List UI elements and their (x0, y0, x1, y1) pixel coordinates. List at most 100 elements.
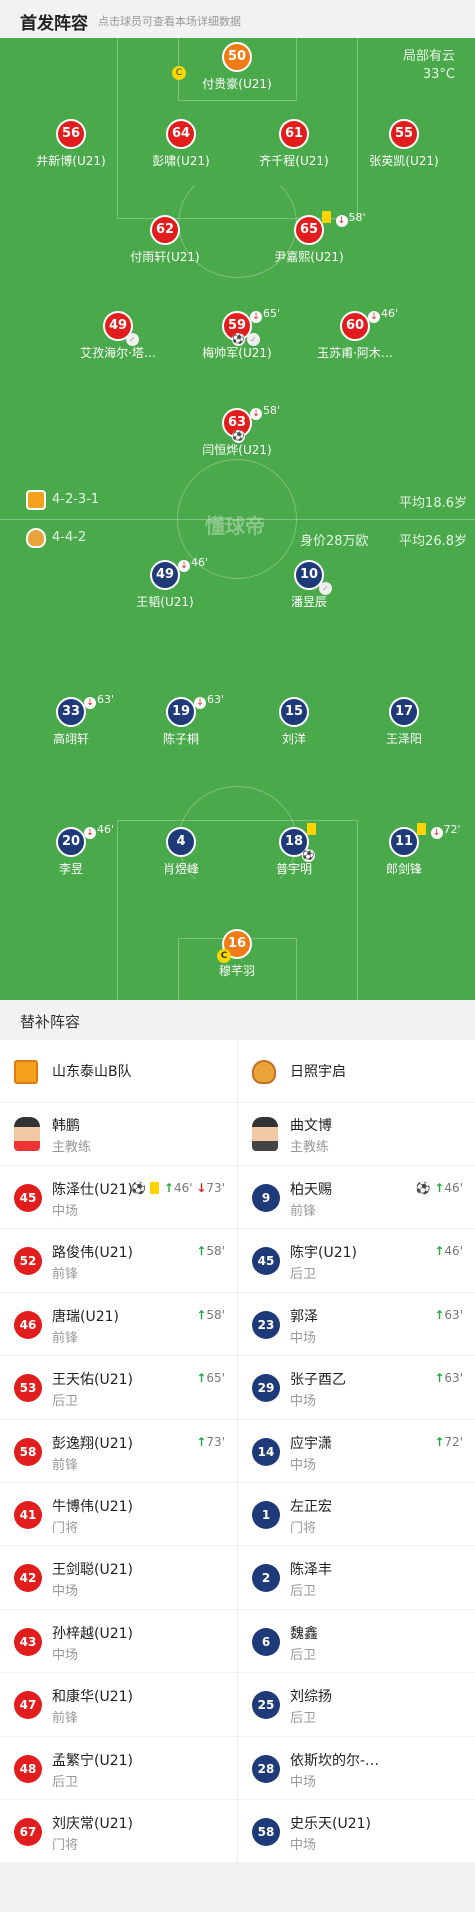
player-events: ↓ 46' (178, 556, 208, 572)
away-coach[interactable]: 曲文博 主教练 (238, 1103, 475, 1166)
weather-condition: 局部有云 (402, 49, 455, 64)
sub-player[interactable]: 52 路俊伟(U21) 前锋 ↑58' (0, 1229, 237, 1293)
player-name: 陈子桐 (162, 732, 199, 746)
sub-player[interactable]: 45 陈宇(U21) 后卫 ↑46' (238, 1229, 475, 1293)
away-team-header[interactable]: 日照宇启 (238, 1040, 475, 1103)
player-name: 彭啸(U21) (152, 154, 210, 168)
player-position: 中场 (290, 1330, 317, 1346)
away-player[interactable]: 4 肖煜峰 (116, 827, 246, 877)
player-name: 王剑聪(U21) (52, 1562, 133, 1579)
player-position: 前锋 (52, 1711, 79, 1727)
player-name: 陈泽丰 (290, 1562, 332, 1579)
away-player[interactable]: 10 ✓ 潘昱辰 (244, 560, 374, 610)
sub-player[interactable]: 58 彭逸翔(U21) 前锋 ↑73' (0, 1420, 237, 1483)
home-player[interactable]: 49 ✓ 艾孜海尔·塔… (53, 311, 183, 361)
home-player[interactable]: 50 C 付贵豪(U21) (172, 42, 302, 92)
away-avg-age: 平均26.8岁 (399, 534, 467, 549)
red-down-arrow-icon: ↓ (196, 1181, 207, 1195)
home-player[interactable]: 59 ↓ 65' ⚽ ✓ 梅帅军(U21) (172, 307, 302, 361)
home-player[interactable]: 65 ↓ 58' 尹嘉熙(U21) (244, 211, 374, 265)
red-down-arrow-icon: ↓ (250, 408, 262, 420)
sub-player[interactable]: 1 左正宏 门将 (238, 1483, 475, 1547)
shirt-number: 47 (14, 1691, 42, 1720)
coach-role: 主教练 (52, 1140, 92, 1155)
shoe-icon: ✓ (247, 333, 260, 346)
player-name: 牛博伟(U21) (52, 1498, 133, 1515)
lineup-title: 首发阵容 (20, 14, 88, 34)
player-name: 陈宇(U21) (290, 1245, 357, 1262)
sub-in-time: 58' (206, 1307, 225, 1322)
sub-player[interactable]: 46 唐瑞(U21) 前锋 ↑58' (0, 1293, 237, 1357)
sub-player[interactable]: 6 魏鑫 后卫 (238, 1610, 475, 1674)
sub-player[interactable]: 58 史乐天(U21) 中场 (238, 1800, 475, 1864)
shirt-number-text: 63 (227, 415, 247, 430)
home-player[interactable]: 62 付雨轩(U21) (100, 215, 230, 265)
green-up-arrow-icon: ↑ (434, 1244, 445, 1259)
sub-player[interactable]: 48 孟繁宁(U21) 后卫 (0, 1737, 237, 1800)
away-player[interactable]: 11 ↓ 72' 郎剑锋 (339, 823, 469, 877)
shirt-number: 43 (14, 1627, 42, 1656)
sub-out-time: 73' (206, 1181, 225, 1195)
red-down-arrow-icon: ↓ (84, 827, 96, 839)
avatar-icon (252, 1117, 278, 1151)
shirt-number: 28 (252, 1754, 280, 1783)
player-position: 中场 (52, 1647, 79, 1663)
away-player[interactable]: 19 ↓ 63' 陈子桐 (116, 693, 246, 747)
sub-player[interactable]: 67 刘庆常(U21) 门将 (0, 1800, 237, 1864)
sub-player[interactable]: 43 孙梓越(U21) 中场 (0, 1610, 237, 1674)
sub-player[interactable]: 14 应宇潇 中场 ↑72' (238, 1420, 475, 1483)
sub-in-time: 72' (444, 1434, 463, 1449)
away-player[interactable]: 17 王泽阳 (339, 697, 469, 747)
player-name: 史乐天(U21) (290, 1815, 371, 1832)
player-position: 中场 (52, 1204, 79, 1219)
sub-player[interactable]: 42 王剑聪(U21) 中场 (0, 1546, 237, 1610)
player-name: 应宇潇 (290, 1435, 332, 1452)
sub-in-time: 63' (444, 1307, 463, 1322)
player-position: 门将 (290, 1520, 317, 1536)
home-team-header[interactable]: 山东泰山B队 (0, 1040, 237, 1103)
sub-player[interactable]: 28 依斯坎的尔-… 中场 (238, 1737, 475, 1800)
sub-player[interactable]: 23 郭泽 中场 ↑63' (238, 1293, 475, 1357)
green-up-arrow-icon: ↑ (163, 1181, 174, 1195)
home-player[interactable]: 60 ↓ 46' 玉苏甫·阿木… (290, 307, 420, 361)
sub-events: ↑58' (196, 1308, 225, 1322)
player-name: 柏天赐 (290, 1182, 332, 1198)
sub-player[interactable]: 29 张子酉乙 中场 ↑63' (238, 1356, 475, 1420)
sub-player[interactable]: 47 和康华(U21) 前锋 (0, 1673, 237, 1737)
away-player[interactable]: 49 ↓ 46' 王韬(U21) (100, 556, 230, 610)
red-down-arrow-icon: ↓ (430, 827, 443, 839)
sub-player[interactable]: 53 王天佑(U21) 后卫 ↑65' (0, 1356, 237, 1420)
shirt-number: 33 ↓ 63' (56, 693, 114, 727)
away-team-logo-icon (26, 528, 46, 548)
player-position: 前锋 (290, 1204, 317, 1219)
sub-in-time: 46' (444, 1181, 463, 1195)
green-up-arrow-icon: ↑ (434, 1371, 445, 1386)
ball-icon: ⚽ (302, 849, 315, 862)
away-team-badge-icon (252, 1060, 276, 1084)
sub-player[interactable]: 45 陈泽仕(U21) 中场 ⚽ ↑46' ↓73' (0, 1166, 237, 1230)
sub-events: ↑72' (434, 1435, 463, 1449)
player-position: 后卫 (290, 1584, 317, 1600)
shirt-number-text: 65 (299, 222, 319, 237)
red-down-arrow-icon: ↓ (194, 697, 206, 709)
home-player[interactable]: 64 彭啸(U21) (116, 119, 246, 169)
yellow-card-icon (417, 823, 426, 835)
sub-player[interactable]: 9 柏天赐 前锋 ⚽ ↑46' (238, 1166, 475, 1230)
subs-header: 替补阵容 (0, 1000, 475, 1040)
green-up-arrow-icon: ↑ (196, 1371, 207, 1386)
home-player[interactable]: 55 张英凯(U21) (339, 119, 469, 169)
avatar-icon (14, 1117, 40, 1151)
sub-events: ↑63' (434, 1308, 463, 1322)
player-name: 尹嘉熙(U21) (274, 250, 344, 264)
player-name: 付贵豪(U21) (202, 77, 272, 91)
away-team-value: 身价28万欧 (300, 534, 369, 549)
sub-player[interactable]: 41 牛博伟(U21) 门将 (0, 1483, 237, 1547)
away-subs-column: 日照宇启 曲文博 主教练 9 柏天赐 前锋 ⚽ ↑46' 45 陈宇(U21) … (238, 1040, 475, 1864)
sub-player[interactable]: 25 刘综扬 后卫 (238, 1673, 475, 1737)
sub-player[interactable]: 2 陈泽丰 后卫 (238, 1546, 475, 1610)
sub-time: 58' (263, 404, 281, 417)
home-coach[interactable]: 韩鹏 主教练 (0, 1103, 237, 1166)
home-player[interactable]: 63 ↓ 58' ⚽ 闫恒烨(U21) (172, 404, 302, 458)
home-avg-age: 平均18.6岁 (399, 496, 467, 511)
away-player[interactable]: 16 C 穆芊羽 (172, 929, 302, 979)
